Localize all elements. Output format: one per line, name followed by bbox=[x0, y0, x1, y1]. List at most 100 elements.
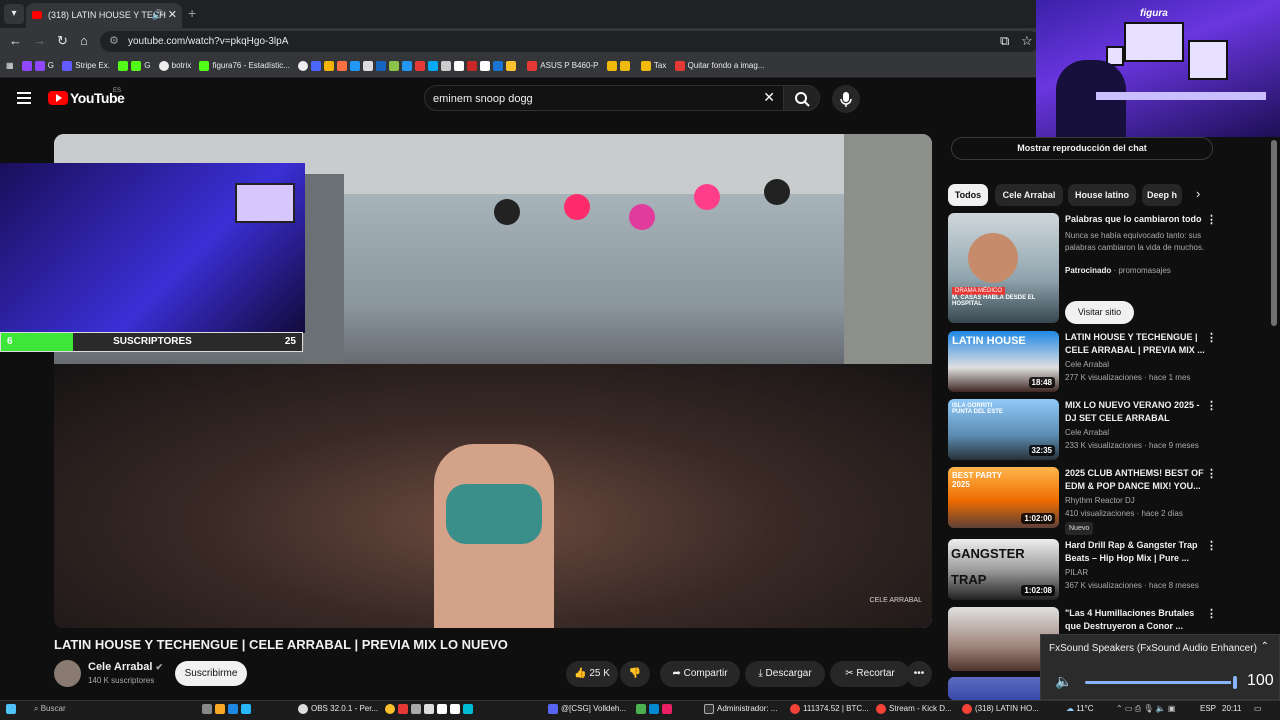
close-tab-icon[interactable]: ✕ bbox=[168, 3, 177, 28]
related-title[interactable]: 2025 CLUB ANTHEMS! BEST OF EDM & POP DAN… bbox=[1065, 467, 1205, 493]
volume-slider-thumb[interactable] bbox=[1231, 674, 1239, 691]
chevron-up-icon[interactable]: ⌃ bbox=[1261, 641, 1269, 652]
ad-title[interactable]: Palabras que lo cambiaron todo bbox=[1065, 213, 1205, 226]
new-badge: Nuevo bbox=[1065, 522, 1094, 535]
related-thumbnail[interactable]: BEST PARTY 2025 1:02:00 bbox=[948, 467, 1059, 528]
chip-all[interactable]: Todos bbox=[948, 184, 988, 206]
apps-grid-icon[interactable]: ▦ bbox=[6, 55, 14, 77]
dislike-button[interactable]: 👎 bbox=[620, 661, 650, 687]
related-thumbnail[interactable]: LATIN HOUSE 18:48 bbox=[948, 331, 1059, 392]
clip-button[interactable]: ✂ Recortar bbox=[830, 661, 910, 687]
input-language[interactable]: ESP bbox=[1200, 704, 1216, 713]
reload-icon[interactable]: ↻ bbox=[57, 33, 68, 49]
windows-start-icon[interactable] bbox=[6, 704, 19, 714]
search-input[interactable] bbox=[433, 90, 753, 107]
youtube-logo-icon[interactable] bbox=[48, 91, 68, 105]
related-meta: 367 K visualizaciones · hace 8 meses bbox=[1065, 581, 1199, 590]
chip-cele-arrabal[interactable]: Cele Arrabal bbox=[995, 184, 1063, 206]
related-channel[interactable]: Cele Arrabal bbox=[1065, 360, 1109, 369]
visit-site-button[interactable]: Visitar sitio bbox=[1065, 301, 1134, 324]
bookmark-item[interactable]: G bbox=[118, 55, 150, 77]
bookmark-item[interactable]: figura76 - Estadístic... bbox=[199, 55, 290, 77]
pinned-icons[interactable] bbox=[636, 704, 675, 714]
related-more-icon[interactable]: ⋮ bbox=[1206, 539, 1217, 552]
related-channel[interactable]: Rhythm Reactor DJ bbox=[1065, 496, 1135, 505]
search-button[interactable] bbox=[784, 85, 820, 111]
taskbar-search[interactable]: ⌕ Buscar bbox=[34, 704, 194, 714]
like-button[interactable]: 👍 25 K bbox=[566, 661, 618, 687]
taskbar-app[interactable]: 111374.52 | BTC... bbox=[790, 704, 869, 714]
taskbar-app[interactable]: @[CSG] Volldeh... bbox=[548, 704, 626, 714]
bookmark-icons-group[interactable] bbox=[298, 55, 519, 77]
taskbar-app[interactable]: (318) LATIN HO... bbox=[962, 704, 1039, 714]
system-tray-icons[interactable]: ⌃ ▭ ⎙ 🎙 🔈 ▣ bbox=[1116, 704, 1175, 714]
related-meta: 233 K visualizaciones · hace 9 meses bbox=[1065, 441, 1199, 450]
pinned-icons[interactable] bbox=[202, 704, 254, 714]
url-field[interactable]: ⚙ youtube.com/watch?v=pkqHgo-3lpA bbox=[100, 31, 1040, 52]
channel-avatar[interactable] bbox=[54, 660, 81, 687]
bookmark-item[interactable]: Tax bbox=[640, 55, 666, 77]
volume-slider[interactable] bbox=[1085, 681, 1237, 684]
bookmark-item[interactable]: G bbox=[21, 55, 54, 77]
bookmark-star-icon[interactable]: ☆ bbox=[1021, 33, 1033, 49]
related-meta: 277 K visualizaciones · hace 1 mes bbox=[1065, 373, 1191, 382]
scrollbar-thumb[interactable] bbox=[1271, 140, 1277, 326]
install-app-icon[interactable]: ⧉ bbox=[1000, 33, 1009, 49]
home-icon[interactable]: ⌂ bbox=[80, 33, 88, 48]
site-info-icon[interactable]: ⚙ bbox=[109, 31, 119, 52]
thumb-up-icon: 👍 bbox=[574, 668, 587, 679]
related-channel[interactable]: Cele Arrabal bbox=[1065, 428, 1109, 437]
download-button[interactable]: ⤓ Descargar bbox=[745, 661, 825, 687]
download-icon: ⤓ bbox=[758, 668, 763, 679]
browser-tab[interactable]: (318) LATIN HOUSE Y TECH 🔊 ✕ bbox=[26, 3, 182, 28]
related-more-icon[interactable]: ⋮ bbox=[1206, 331, 1217, 344]
notifications-icon[interactable]: ▭ bbox=[1254, 704, 1262, 713]
related-thumbnail[interactable]: ISLA GORRITI PUNTA DEL ESTE 32:35 bbox=[948, 399, 1059, 460]
chip-house-latino[interactable]: House latino bbox=[1068, 184, 1136, 206]
ad-description: Nunca se había equivocado tanto: sus pal… bbox=[1065, 231, 1205, 252]
forward-icon[interactable]: → bbox=[33, 33, 46, 48]
voice-search-button[interactable] bbox=[832, 85, 860, 113]
bookmark-item[interactable]: Stripe Ex. bbox=[62, 55, 110, 77]
clear-search-icon[interactable]: ✕ bbox=[763, 89, 775, 106]
bookmark-item[interactable] bbox=[606, 55, 633, 77]
chat-replay-button[interactable]: Mostrar reproducción del chat bbox=[951, 137, 1213, 160]
clock[interactable]: 20:11 bbox=[1222, 704, 1241, 713]
audio-device-name[interactable]: FxSound Speakers (FxSound Audio Enhancer… bbox=[1049, 643, 1257, 654]
menu-icon[interactable] bbox=[17, 92, 31, 104]
bookmark-item[interactable]: botrix bbox=[158, 55, 191, 77]
speaker-icon[interactable]: 🔊 bbox=[152, 3, 164, 28]
streamer-webcam: figura bbox=[1036, 0, 1280, 137]
weather-widget[interactable]: ☁ 11°C bbox=[1066, 704, 1094, 713]
ad-more-icon[interactable]: ⋮ bbox=[1206, 213, 1217, 226]
subscriber-goal-bar: SUSCRIPTORES 6 25 bbox=[0, 332, 303, 352]
related-thumbnail[interactable]: GANGSTER TRAP 1:02:08 bbox=[948, 539, 1059, 600]
related-channel[interactable]: PILAR bbox=[1065, 568, 1088, 577]
related-title[interactable]: MIX LO NUEVO VERANO 2025 - DJ SET CELE A… bbox=[1065, 399, 1205, 425]
tab-search-button[interactable]: ▾ bbox=[4, 4, 24, 24]
related-more-icon[interactable]: ⋮ bbox=[1206, 399, 1217, 412]
related-more-icon[interactable]: ⋮ bbox=[1206, 607, 1217, 620]
stream-camera-overlay bbox=[0, 163, 305, 333]
new-tab-button[interactable]: + bbox=[188, 5, 196, 21]
more-actions-button[interactable]: ••• bbox=[906, 661, 932, 687]
taskbar-app[interactable]: Stream - Kick D... bbox=[876, 704, 952, 714]
bookmark-item[interactable]: Quitar fondo a imag... bbox=[674, 55, 765, 77]
speaker-icon[interactable]: 🔈 bbox=[1055, 673, 1072, 690]
subscribe-button[interactable]: Suscribirme bbox=[175, 661, 247, 686]
chip-deep-house[interactable]: Deep h bbox=[1142, 184, 1182, 206]
microphone-icon bbox=[840, 92, 852, 107]
related-more-icon[interactable]: ⋮ bbox=[1206, 467, 1217, 480]
chips-next-icon[interactable]: › bbox=[1196, 186, 1200, 201]
related-title[interactable]: Hard Drill Rap & Gangster Trap Beats – H… bbox=[1065, 539, 1205, 565]
channel-name[interactable]: Cele Arrabal ✔ bbox=[88, 661, 163, 673]
ad-thumbnail[interactable]: DRAMA MÉDICO M. CASAS HABLA DESDE EL HOS… bbox=[948, 213, 1059, 323]
pinned-icons[interactable] bbox=[385, 704, 476, 714]
share-button[interactable]: ➦ Compartir bbox=[660, 661, 740, 687]
bookmark-item[interactable]: ASUS P B460-P bbox=[527, 55, 598, 77]
taskbar-app[interactable]: OBS 32.0.1 - Per... bbox=[298, 704, 378, 714]
taskbar-app[interactable]: Administrador: ... bbox=[704, 704, 777, 714]
back-icon[interactable]: ← bbox=[9, 33, 22, 48]
related-title[interactable]: LATIN HOUSE Y TECHENGUE | CELE ARRABAL |… bbox=[1065, 331, 1205, 357]
related-title[interactable]: "Las 4 Humillaciones Brutales que Destru… bbox=[1065, 607, 1205, 633]
